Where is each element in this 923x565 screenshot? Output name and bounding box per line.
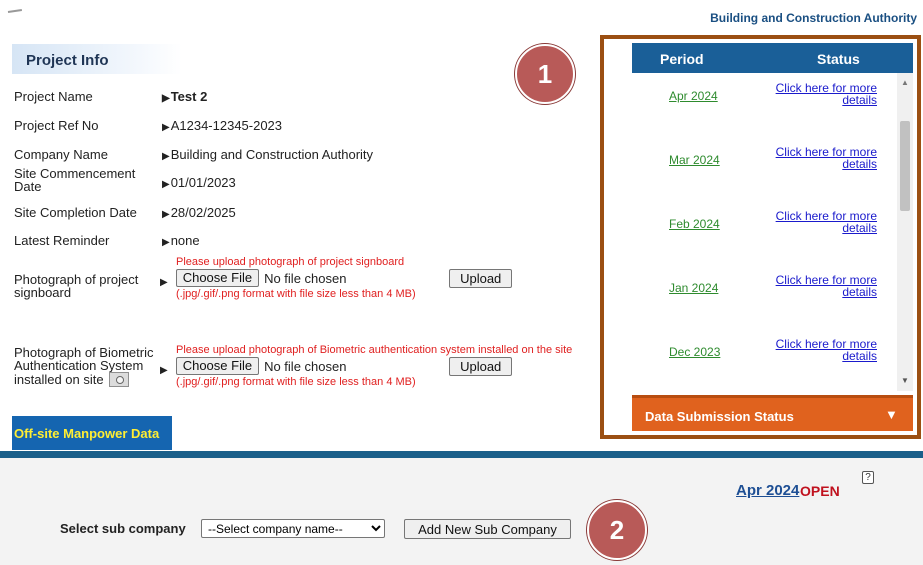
sub-company-label: Select sub company — [60, 521, 186, 536]
signboard-choose-file-button[interactable]: Choose File — [175, 269, 260, 287]
biometric-upload-row: ▶ Choose File No file chosen Upload — [160, 356, 572, 376]
status-row: Apr 2024 Click here for more details — [632, 75, 897, 139]
company-name-label: Company Name — [14, 147, 108, 162]
data-submission-status-label: Data Submission Status — [645, 409, 794, 424]
project-name-label: Project Name — [14, 89, 93, 104]
biometric-upload-button[interactable]: Upload — [449, 356, 513, 376]
status-row: Mar 2024 Click here for more details — [632, 139, 897, 203]
data-submission-status-bar[interactable]: Data Submission Status ▼ — [632, 395, 913, 431]
signboard-format-note: (.jpg/.gif/.png format with file size le… — [176, 288, 416, 300]
divider-bar — [0, 451, 923, 458]
camera-icon[interactable] — [109, 372, 130, 387]
biometric-upload-block: Please upload photograph of Biometric au… — [160, 344, 572, 388]
footer-area — [0, 458, 923, 565]
scroll-up-icon[interactable]: ▲ — [901, 78, 909, 87]
biometric-file-status: No file chosen — [264, 358, 347, 374]
biometric-format-note: (.jpg/.gif/.png format with file size le… — [176, 376, 416, 388]
project-ref-label: Project Ref No — [14, 118, 99, 133]
status-row: Jan 2024 Click here for more details — [632, 267, 897, 331]
help-icon[interactable]: ? — [862, 471, 874, 484]
annotation-badge-1: 1 — [515, 44, 575, 104]
add-sub-company-button[interactable]: Add New Sub Company — [404, 519, 571, 539]
status-scrollbar[interactable]: ▲ ▼ — [897, 73, 913, 391]
status-table-header: Period Status — [632, 43, 913, 73]
arrow-icon: ▶ — [160, 276, 168, 288]
scroll-down-icon[interactable]: ▼ — [901, 376, 909, 385]
annotation-badge-2: 2 — [587, 500, 647, 560]
site-completion-label: Site Completion Date — [14, 205, 137, 220]
sub-company-select[interactable]: --Select company name-- — [201, 519, 385, 538]
details-link[interactable]: Click here for more details — [757, 338, 877, 362]
project-ref-value: ▶A1234-12345-2023 — [162, 118, 283, 133]
biometric-choose-file-button[interactable]: Choose File — [175, 357, 260, 375]
arrow-icon: ▶ — [160, 364, 168, 376]
project-name-value: ▶Test 2 — [162, 89, 208, 104]
details-link[interactable]: Click here for more details — [757, 210, 877, 234]
period-status-badge: OPEN — [800, 483, 840, 499]
status-panel: Period Status Apr 2024 Click here for mo… — [632, 43, 913, 431]
signboard-upload-button[interactable]: Upload — [449, 268, 513, 288]
offsite-manpower-tab[interactable]: Off-site Manpower Data — [12, 416, 172, 450]
site-completion-value: ▶28/02/2025 — [162, 205, 236, 220]
latest-reminder-label: Latest Reminder — [14, 233, 110, 248]
period-link[interactable]: Jan 2024 — [669, 281, 718, 295]
corner-mark — [7, 9, 23, 14]
scroll-thumb[interactable] — [900, 121, 910, 211]
signboard-upload-block: Please upload photograph of project sign… — [160, 256, 513, 300]
signboard-upload-row: ▶ Choose File No file chosen Upload — [160, 268, 513, 288]
period-link[interactable]: Feb 2024 — [669, 217, 720, 231]
biometric-upload-hint: Please upload photograph of Biometric au… — [176, 344, 573, 356]
latest-reminder-value: ▶none — [162, 233, 200, 248]
details-link[interactable]: Click here for more details — [757, 82, 877, 106]
caret-down-icon[interactable]: ▼ — [885, 407, 898, 422]
company-name-value: ▶Building and Construction Authority — [162, 147, 374, 162]
status-row: Feb 2024 Click here for more details — [632, 203, 897, 267]
period-link[interactable]: Dec 2023 — [669, 345, 720, 359]
project-info-header: Project Info — [12, 44, 182, 74]
org-name: Building and Construction Authority — [710, 11, 917, 25]
period-link[interactable]: Apr 2024 — [669, 89, 718, 103]
status-row: Dec 2023 Click here for more details — [632, 331, 897, 395]
signboard-upload-hint: Please upload photograph of project sign… — [176, 256, 405, 268]
details-link[interactable]: Click here for more details — [757, 146, 877, 170]
current-period-link[interactable]: Apr 2024 — [736, 482, 799, 499]
period-column-header: Period — [660, 51, 704, 67]
signboard-file-status: No file chosen — [264, 270, 347, 286]
details-link[interactable]: Click here for more details — [757, 274, 877, 298]
status-column-header: Status — [817, 51, 860, 67]
project-info-title: Project Info — [26, 52, 109, 69]
biometric-photo-label: Photograph of Biometric Authentication S… — [14, 345, 154, 387]
period-link[interactable]: Mar 2024 — [669, 153, 720, 167]
site-commencement-label: Site Commencement Date — [14, 166, 136, 194]
site-commencement-value: ▶01/01/2023 — [162, 175, 236, 190]
signboard-photo-label: Photograph of project signboard — [14, 272, 139, 300]
